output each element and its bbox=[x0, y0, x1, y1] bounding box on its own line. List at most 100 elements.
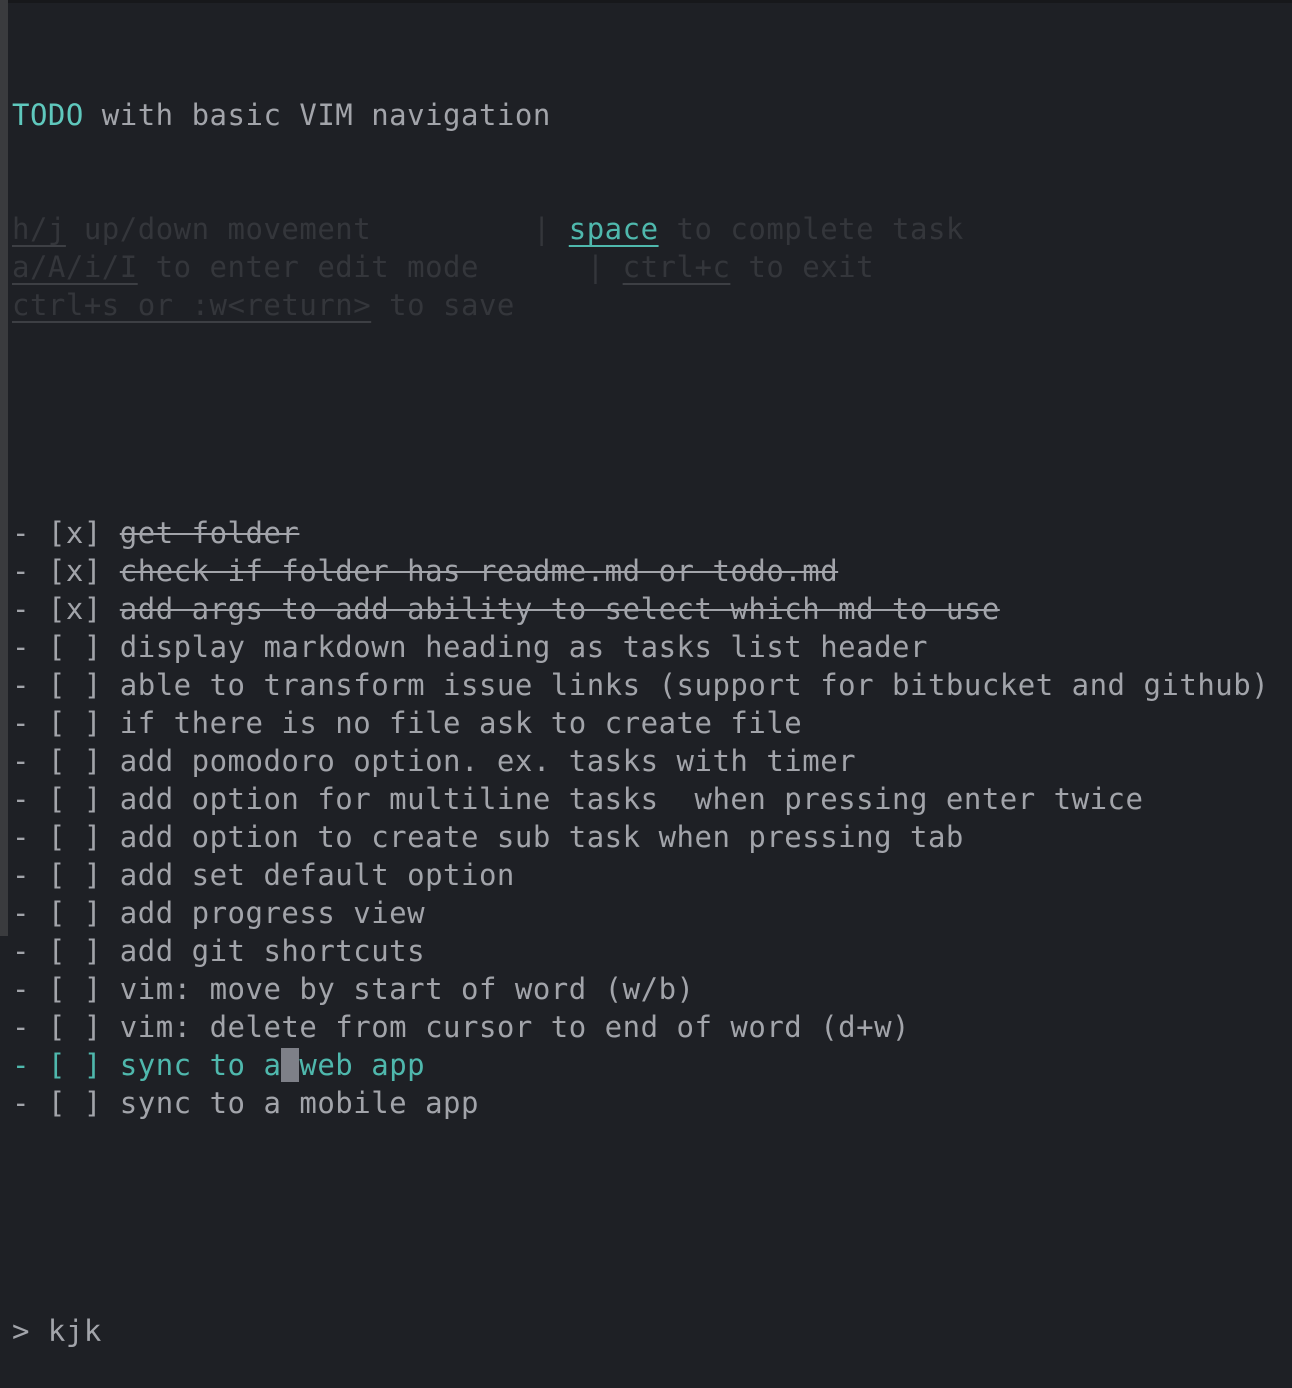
bullet: - bbox=[12, 706, 48, 740]
task-item[interactable]: - [ ] add option for multiline tasks whe… bbox=[12, 780, 1269, 818]
help-description: to exit bbox=[730, 250, 875, 284]
task-item-selected[interactable]: - [ ] sync to a web app bbox=[12, 1046, 1269, 1084]
task-text[interactable]: vim: move by start of word (w/b) bbox=[120, 972, 695, 1006]
checkbox-checked[interactable]: [x] bbox=[48, 554, 102, 588]
task-text[interactable]: sync to a web app bbox=[120, 1048, 425, 1082]
help-description: to save bbox=[371, 288, 515, 322]
text-cursor bbox=[281, 1048, 300, 1082]
task-item[interactable]: - [ ] sync to a mobile app bbox=[12, 1084, 1269, 1122]
bullet: - bbox=[12, 896, 48, 930]
task-text[interactable]: able to transform issue links (support f… bbox=[120, 668, 1269, 702]
bullet: - bbox=[12, 1048, 48, 1082]
task-text[interactable]: add args to add ability to select which … bbox=[120, 592, 1000, 626]
help-key: h/j bbox=[12, 212, 66, 246]
help-description: to enter edit mode bbox=[137, 250, 587, 284]
checkbox-unchecked[interactable]: [ ] bbox=[48, 744, 102, 778]
title-accent: TODO bbox=[12, 98, 84, 132]
task-item[interactable]: - [ ] display markdown heading as tasks … bbox=[12, 628, 1269, 666]
task-text[interactable]: vim: delete from cursor to end of word (… bbox=[120, 1010, 910, 1044]
bullet: - bbox=[12, 668, 48, 702]
checkbox-unchecked[interactable]: [ ] bbox=[48, 972, 102, 1006]
command-line[interactable]: > kjk bbox=[12, 1312, 1269, 1350]
checkbox-unchecked[interactable]: [ ] bbox=[48, 896, 102, 930]
task-list: - [x] get folder - [x] check if folder ha… bbox=[12, 514, 1269, 1122]
task-item[interactable]: - [ ] vim: move by start of word (w/b) bbox=[12, 970, 1269, 1008]
task-text[interactable]: get folder bbox=[120, 516, 300, 550]
checkbox-unchecked[interactable]: [ ] bbox=[48, 858, 102, 892]
checkbox-unchecked[interactable]: [ ] bbox=[48, 1010, 102, 1044]
bullet: - bbox=[12, 1086, 48, 1120]
bullet: - bbox=[12, 858, 48, 892]
help-key: ctrl+s or :w<return> bbox=[12, 288, 372, 322]
help-line: a/A/i/I to enter edit mode | ctrl+c to e… bbox=[12, 248, 1269, 286]
command-input[interactable]: kjk bbox=[48, 1314, 102, 1348]
task-text[interactable]: add pomodoro option. ex. tasks with time… bbox=[120, 744, 856, 778]
help-key: a/A/i/I bbox=[12, 250, 138, 284]
task-text[interactable]: if there is no file ask to create file bbox=[120, 706, 802, 740]
prompt-symbol: > bbox=[12, 1314, 48, 1348]
help-key: ctrl+c bbox=[622, 250, 731, 284]
task-text[interactable]: sync to a mobile app bbox=[120, 1086, 479, 1120]
task-item[interactable]: - [x] get folder bbox=[12, 514, 1269, 552]
task-text[interactable]: add set default option bbox=[120, 858, 515, 892]
bullet: - bbox=[12, 972, 48, 1006]
task-item[interactable]: - [ ] add git shortcuts bbox=[12, 932, 1269, 970]
window-left-border bbox=[0, 0, 8, 936]
bullet: - bbox=[12, 592, 48, 626]
task-text[interactable]: add option for multiline tasks when pres… bbox=[120, 782, 1144, 816]
bullet: - bbox=[12, 630, 48, 664]
task-item[interactable]: - [ ] able to transform issue links (sup… bbox=[12, 666, 1269, 704]
task-item[interactable]: - [ ] add pomodoro option. ex. tasks wit… bbox=[12, 742, 1269, 780]
bullet: - bbox=[12, 934, 48, 968]
bullet: - bbox=[12, 820, 48, 854]
window-top-border bbox=[8, 0, 1292, 3]
task-text[interactable]: display markdown heading as tasks list h… bbox=[120, 630, 928, 664]
terminal[interactable]: TODO with basic VIM navigation h/j up/do… bbox=[12, 20, 1269, 1388]
help-key: space bbox=[568, 212, 659, 246]
checkbox-unchecked[interactable]: [ ] bbox=[48, 1086, 102, 1120]
task-text-before-cursor: sync to a bbox=[119, 1048, 282, 1082]
task-item[interactable]: - [ ] vim: delete from cursor to end of … bbox=[12, 1008, 1269, 1046]
checkbox-checked[interactable]: [x] bbox=[48, 516, 102, 550]
checkbox-unchecked[interactable]: [ ] bbox=[48, 668, 102, 702]
bullet: - bbox=[12, 516, 48, 550]
checkbox-checked[interactable]: [x] bbox=[48, 592, 102, 626]
checkbox-unchecked[interactable]: [ ] bbox=[48, 820, 102, 854]
task-item[interactable]: - [ ] add progress view bbox=[12, 894, 1269, 932]
task-text[interactable]: add progress view bbox=[120, 896, 425, 930]
task-item[interactable]: - [ ] add option to create sub task when… bbox=[12, 818, 1269, 856]
task-item[interactable]: - [x] add args to add ability to select … bbox=[12, 590, 1269, 628]
checkbox-unchecked[interactable]: [ ] bbox=[48, 782, 102, 816]
title-rest: with basic VIM navigation bbox=[83, 98, 551, 132]
task-item[interactable]: - [ ] if there is no file ask to create … bbox=[12, 704, 1269, 742]
checkbox-unchecked[interactable]: [ ] bbox=[48, 706, 102, 740]
bullet: - bbox=[12, 744, 48, 778]
checkbox-unchecked[interactable]: [ ] bbox=[48, 1048, 102, 1082]
bullet: - bbox=[12, 554, 48, 588]
task-text[interactable]: add git shortcuts bbox=[120, 934, 425, 968]
help-description: up/down movement bbox=[65, 212, 533, 246]
checkbox-unchecked[interactable]: [ ] bbox=[48, 934, 102, 968]
help-description: to complete task bbox=[658, 212, 964, 246]
task-item[interactable]: - [x] check if folder has readme.md or t… bbox=[12, 552, 1269, 590]
app-title: TODO with basic VIM navigation bbox=[12, 96, 1269, 134]
help-separator: | bbox=[532, 212, 569, 246]
task-text[interactable]: check if folder has readme.md or todo.md bbox=[120, 554, 838, 588]
task-item[interactable]: - [ ] add set default option bbox=[12, 856, 1269, 894]
checkbox-unchecked[interactable]: [ ] bbox=[48, 630, 102, 664]
task-text[interactable]: add option to create sub task when press… bbox=[120, 820, 964, 854]
help-line: h/j up/down movement | space to complete… bbox=[12, 210, 1269, 248]
